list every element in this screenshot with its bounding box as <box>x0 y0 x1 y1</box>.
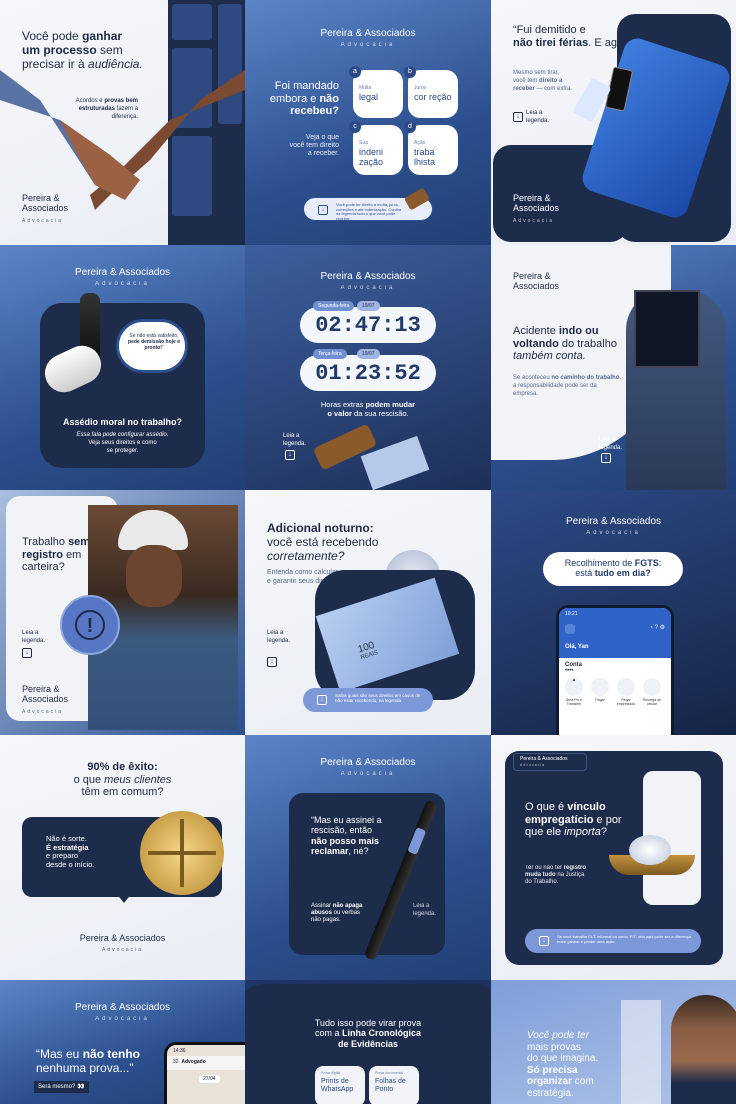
post-adicional-noturno[interactable]: Adicional noturno: você está recebendo cor… <box>245 490 491 735</box>
day-tag: Terça-feira <box>313 349 347 359</box>
quote: “Mas eu não tenho nenhuma prova...” <box>36 1047 141 1075</box>
download-icon[interactable]: ↓ <box>267 657 277 667</box>
read-caption: Leia a legenda. <box>283 433 307 447</box>
subtext: Mesmo sem tirar, você tem direito a rece… <box>513 70 573 92</box>
logo: Pereira & Associados Advocacia <box>320 28 416 48</box>
read-caption: Leia a legenda. <box>267 630 291 644</box>
post-fgts[interactable]: Pereira & Associados Advocacia Recolhimen… <box>491 490 736 735</box>
read-caption: Leia a legenda. <box>526 110 550 124</box>
action-pix[interactable]: ◆ Área Pix e Transferir <box>563 678 585 706</box>
subtext: Se aconteceu no caminho do trabalho, a r… <box>513 375 622 397</box>
subtext: Horas extras podem mudar o valor da sua r… <box>320 400 416 418</box>
read-caption: Leia a legenda. <box>22 630 46 644</box>
subtext: Essa fala pode configurar assédio. Veja s… <box>76 432 169 455</box>
timer-1: 02:47:13 <box>300 307 436 343</box>
brain-image <box>629 835 671 865</box>
cta-button[interactable]: ↓ Se você trabalha CLT, informal ou como… <box>525 929 701 953</box>
post-ferias[interactable]: “Fui demitido e não tirei férias. E agora… <box>491 0 736 245</box>
logo: Pereira & Associados Advocacia <box>74 267 171 287</box>
headline: “Fui demitido e não tirei férias. E agora… <box>513 24 643 49</box>
logo: Pereira & Associados Advocacia <box>79 933 166 954</box>
xray-image <box>634 290 700 368</box>
post-demissao[interactable]: Pereira & Associados Advocacia Foi mandad… <box>245 0 491 245</box>
headline: Tudo isso pode virar prova com a Linha Cr… <box>314 1018 422 1049</box>
post-acidente[interactable]: Pereira & Associados Acidente indo ou volt… <box>491 245 736 490</box>
phone-mockup: 10:21 ◔ ? ⚙ Olá, Yan Conta •••• ◆ Área Pi… <box>556 605 674 735</box>
phone-mockup: 14:36 32 Advogado 27/04 <box>164 1042 245 1104</box>
option-a[interactable]: a Multa legal <box>349 66 403 118</box>
option-d[interactable]: d Ação traba lhista <box>404 121 458 175</box>
cta-button[interactable]: ↓ Você pode ter direito a multa, juros, … <box>303 187 433 221</box>
date-tag: 19/07 <box>357 301 380 311</box>
number-shape <box>621 1000 661 1104</box>
option-b[interactable]: b Juros cor reção <box>404 66 458 118</box>
headline: Foi mandado embora e não recebeu? <box>269 80 339 118</box>
logo: Pereira & Associados Advocacia <box>565 516 662 536</box>
download-icon: ↓ <box>317 695 327 705</box>
headline: Você pode ter mais provas do que imagina. S… <box>527 1030 599 1099</box>
option-c[interactable]: c Sua indeni zação <box>349 121 403 175</box>
post-audiencia[interactable]: Você pode ganhar um processo sem precisar … <box>0 0 245 245</box>
action-recharge[interactable]: Recarga de celular <box>641 678 663 706</box>
timer-2: 01:23:52 <box>300 355 436 391</box>
evidence-card-2[interactable]: Prova documental Folhas de Ponto <box>369 1066 419 1104</box>
card-pointer <box>116 893 132 903</box>
post-registro[interactable]: Trabalho sem registro em carteira? ! Leia … <box>0 490 245 735</box>
post-provas[interactable]: Pereira & Associados Advocacia “Mas eu nã… <box>0 980 245 1104</box>
date-tag: 19/07 <box>357 349 380 359</box>
subtext: Ter ou não ter registro muda tudo na Just… <box>525 865 587 885</box>
read-caption: Leia a legenda. <box>413 903 437 917</box>
logo: Pereira & Associados Advocacia <box>320 271 416 291</box>
compass-image <box>140 811 224 895</box>
action-pay[interactable]: Pagar <box>589 678 611 706</box>
subtext: Veja o que você tem direito a receber. <box>289 134 339 158</box>
question-bubble: Recolhimento de FGTS: está tudo em dia? <box>543 552 683 586</box>
download-icon[interactable]: ↓ <box>601 453 611 463</box>
download-icon[interactable]: ↓ <box>22 648 32 658</box>
warning-badge: ! <box>60 595 120 655</box>
evidence-card-1[interactable]: Prova digital Prints de WhatsApp <box>315 1066 365 1104</box>
speech-bubble: Se não está satisfeito, pede demissão ho… <box>116 319 188 373</box>
header-icons: ◔ ? ⚙ <box>649 625 665 631</box>
download-icon: ↓ <box>539 936 549 946</box>
tag: Será mesmo? 👀 <box>34 1081 89 1093</box>
logo: Pereira & Associados Advocacia <box>74 1002 171 1022</box>
handshake-illustration <box>0 70 245 210</box>
headline: 90% de êxito: o que meus clientes têm em c… <box>73 761 172 799</box>
headline: O que é vínculo empregatício e por que ele… <box>525 801 622 839</box>
read-caption: Leia a legenda. <box>599 437 623 451</box>
post-exito[interactable]: 90% de êxito: o que meus clientes têm em c… <box>0 735 245 980</box>
logo: Pereira & Associados Advocacia <box>513 193 560 224</box>
post-linha-cronologica[interactable]: Tudo isso pode virar prova com a Linha Cr… <box>245 980 491 1104</box>
action-loan[interactable]: Pegar emprestado <box>615 678 637 706</box>
day-tag: Segunda-feira <box>313 301 355 311</box>
quote: “Mas eu assinei a rescisão, então não poss… <box>311 815 382 857</box>
alert-icon: ! <box>75 610 105 640</box>
subtext: Assinar não apaga abusos ou verbas não pag… <box>311 903 363 923</box>
action-row: ◆ Área Pix e Transferir Pagar Pegar empre… <box>559 678 671 706</box>
logo: Pereira & Associados <box>513 271 560 292</box>
headline: Acidente indo ou voltando do trabalho tamb… <box>513 325 617 363</box>
post-estrategia[interactable]: Você pode ter mais provas do que imagina. S… <box>491 980 736 1104</box>
post-grid: Você pode ganhar um processo sem precisar … <box>0 0 736 1104</box>
post-assedio[interactable]: Pereira & Associados Advocacia Se não est… <box>0 245 245 490</box>
logo: Pereira & Associados Advocacia <box>22 193 69 224</box>
card-text: Não é sorte. É estratégia e preparo desde o… <box>46 834 95 869</box>
post-rescisao[interactable]: Pereira & Associados Advocacia “Mas eu as… <box>245 735 491 980</box>
download-icon: ↓ <box>318 205 328 215</box>
gavel-icon <box>403 187 431 211</box>
headline: Trabalho sem registro em carteira? <box>22 536 91 574</box>
download-icon[interactable]: ↓ <box>285 450 295 460</box>
logo: Pereira & Associados Advocacia <box>320 757 416 777</box>
post-horas-extras[interactable]: Pereira & Associados Advocacia 02:47:13 S… <box>245 245 491 490</box>
logo: Pereira & Associados Advocacia <box>22 684 69 715</box>
home-icon <box>565 624 575 634</box>
logo-tag: Pereira & Associados Advocacia <box>513 753 587 771</box>
headline: Assédio moral no trabalho? <box>62 417 183 427</box>
download-icon[interactable]: ↓ <box>513 112 523 122</box>
cta-button[interactable]: ↓ Saiba quais são seus direitos em casos… <box>303 688 433 712</box>
lawyer-photo <box>671 995 736 1104</box>
post-vinculo[interactable]: Pereira & Associados Advocacia O que é ví… <box>491 735 736 980</box>
headline: Adicional noturno: você está recebendo cor… <box>267 521 379 563</box>
